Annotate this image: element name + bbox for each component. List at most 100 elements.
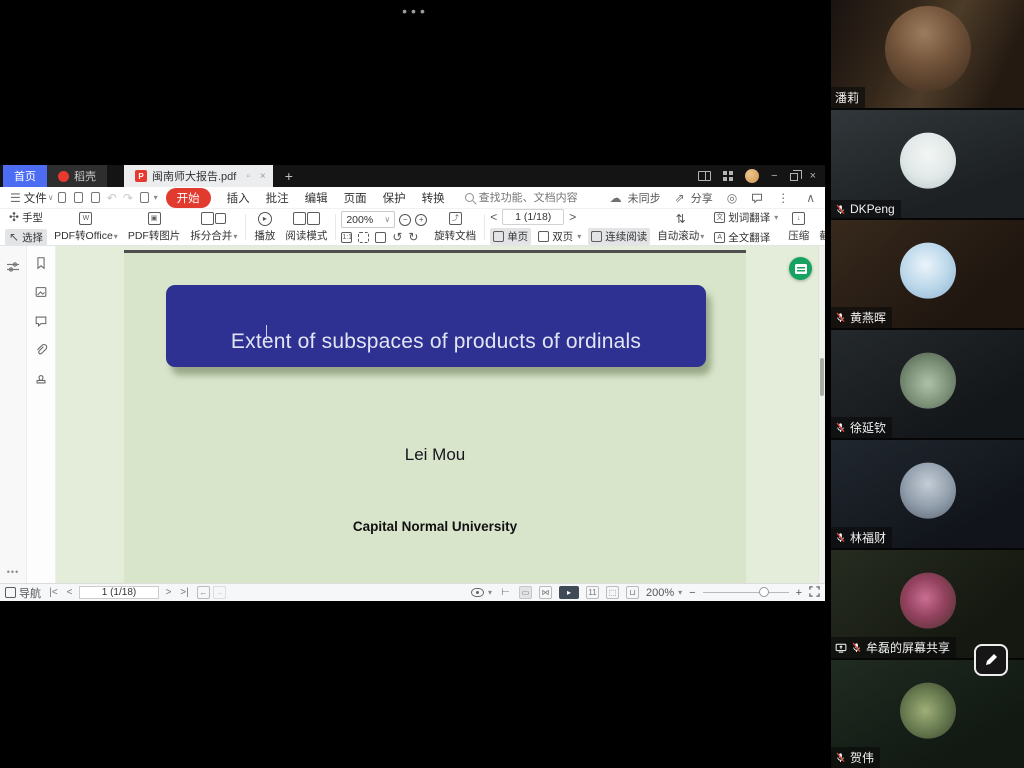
forward-view-button[interactable]: → — [213, 586, 226, 599]
actual-size-button[interactable]: 11 — [586, 586, 599, 599]
print-icon[interactable] — [91, 192, 100, 203]
rotate-right-icon[interactable]: ↻ — [408, 231, 418, 243]
zoom-select[interactable]: ∨ — [341, 211, 395, 228]
tab-pin-icon[interactable]: ▫ — [246, 171, 250, 182]
new-tab-button[interactable]: + — [273, 165, 305, 187]
fit-page-icon[interactable] — [358, 232, 369, 243]
word-translate-button[interactable]: 文 划词翻译 ▾ — [711, 209, 781, 226]
continuous-read-button[interactable]: 连续阅读 — [588, 228, 650, 245]
compress-button[interactable]: ↓ 压缩 — [783, 211, 814, 243]
annotation-pen-button[interactable] — [974, 644, 1008, 676]
screenshot-compare-button[interactable]: 截图和对比 — [814, 211, 825, 243]
tab-docer[interactable]: 稻壳 — [47, 165, 107, 187]
zoom-input[interactable] — [346, 214, 378, 226]
book-view-icon[interactable]: ⋈ — [539, 586, 552, 599]
menu-tab-annotate[interactable]: 批注 — [266, 190, 289, 206]
account-avatar[interactable] — [745, 169, 759, 183]
single-page-view-icon[interactable]: ▭ — [519, 586, 532, 599]
menu-tab-page[interactable]: 页面 — [344, 190, 367, 206]
save-icon[interactable] — [74, 192, 83, 203]
hamburger-icon[interactable]: ☰ — [10, 192, 21, 204]
fit-page-button[interactable]: ⬚ — [606, 586, 619, 599]
file-menu[interactable]: 文件 — [24, 190, 47, 206]
hand-tool-button[interactable]: ✣ 手型 — [5, 209, 47, 226]
rotate-doc-button[interactable]: ⤴ 旋转文档 — [429, 211, 481, 243]
sync-status[interactable]: ☁ 未同步 — [607, 190, 661, 206]
zoom-out-button[interactable]: − — [689, 587, 695, 599]
rotate-left-icon[interactable]: ↺ — [392, 231, 402, 243]
minimize-button[interactable]: − — [771, 170, 777, 182]
scrollbar-thumb[interactable] — [820, 358, 824, 396]
restore-button[interactable] — [790, 173, 798, 181]
zoom-in-button[interactable]: + — [796, 587, 802, 599]
stamp-icon[interactable] — [34, 372, 48, 386]
zoom-slider-knob[interactable] — [759, 587, 769, 597]
adjust-sliders-icon[interactable] — [6, 260, 20, 274]
split-view-icon[interactable] — [698, 171, 711, 181]
fit-height-icon[interactable]: ⊢ — [499, 586, 512, 599]
tab-close-icon[interactable]: × — [260, 171, 266, 182]
participant-tile[interactable]: 贺伟 — [831, 660, 1024, 768]
last-page-button[interactable]: >| — [178, 586, 191, 599]
participant-tile[interactable]: 潘莉 — [831, 0, 1024, 110]
more-icon[interactable]: ⋮ — [777, 192, 789, 204]
meeting-overflow-dots[interactable]: ••• — [0, 3, 831, 19]
search-box[interactable] — [465, 192, 607, 204]
fullscreen-button[interactable] — [809, 586, 820, 600]
comment-icon[interactable] — [34, 314, 48, 328]
open-icon[interactable] — [58, 192, 67, 203]
attachment-icon[interactable] — [34, 343, 48, 357]
document-area[interactable]: Extent of subspaces of products of ordin… — [56, 246, 825, 583]
double-page-button[interactable]: 双页 ▾ — [535, 228, 584, 245]
read-mode-button[interactable]: 阅读模式 — [280, 211, 332, 243]
bookmark-icon[interactable] — [34, 256, 48, 270]
prev-page-button[interactable]: < — [63, 586, 76, 599]
format-painter-icon[interactable] — [140, 192, 149, 203]
fit-width-icon[interactable] — [375, 232, 386, 243]
nav-toggle-button[interactable]: 导航 — [5, 585, 41, 601]
tab-document[interactable]: P 闽南师大报告.pdf ▫ × — [124, 165, 273, 187]
single-page-button[interactable]: 单页 — [490, 228, 531, 245]
back-view-button[interactable]: ← — [197, 586, 210, 599]
fit-width-button[interactable]: ⊔ — [626, 586, 639, 599]
search-input[interactable] — [479, 192, 607, 204]
pdf-to-image-button[interactable]: ▣ PDF转图片 — [123, 211, 186, 243]
zoom-level[interactable]: 200% ▾ — [646, 587, 682, 599]
rail-more-icon[interactable]: ••• — [0, 567, 26, 577]
undo-icon[interactable]: ↶ — [107, 192, 117, 204]
prev-page-icon[interactable]: < — [490, 211, 497, 223]
eye-protect-button[interactable]: ▾ — [471, 588, 492, 597]
vertical-scrollbar[interactable] — [818, 246, 825, 583]
image-icon[interactable] — [34, 285, 48, 299]
auto-scroll-button[interactable]: ⇅ 自动滚动▾ — [652, 211, 709, 243]
menu-tab-edit[interactable]: 编辑 — [305, 190, 328, 206]
split-merge-button[interactable]: 拆分合并▾ — [185, 211, 242, 243]
participant-tile[interactable]: 林福财 — [831, 440, 1024, 550]
tab-home[interactable]: 首页 — [3, 165, 47, 187]
collapse-ribbon-icon[interactable]: ∧ — [806, 192, 815, 204]
status-page-input[interactable] — [79, 586, 159, 599]
actual-size-icon[interactable]: 1:1 — [341, 232, 352, 243]
help-icon[interactable]: ◎ — [727, 192, 737, 204]
zoom-in-icon[interactable]: + — [415, 214, 427, 226]
zoom-out-icon[interactable]: − — [399, 214, 411, 226]
next-page-button[interactable]: > — [162, 586, 175, 599]
slideshow-button[interactable]: ▸ — [559, 586, 579, 599]
participant-tile[interactable]: 徐延钦 — [831, 330, 1024, 440]
menu-tab-start[interactable]: 开始 — [166, 188, 211, 208]
pdf-page[interactable]: Extent of subspaces of products of ordin… — [124, 250, 746, 583]
share-button[interactable]: ⇗ 分享 — [672, 190, 713, 206]
next-page-icon[interactable]: > — [569, 211, 576, 223]
full-translate-button[interactable]: A 全文翻译 — [711, 229, 781, 246]
redo-icon[interactable]: ↷ — [123, 192, 133, 204]
apps-grid-icon[interactable] — [723, 171, 733, 181]
page-number-input[interactable] — [502, 209, 564, 225]
comment-bubble-icon[interactable] — [751, 192, 763, 204]
menu-tab-convert[interactable]: 转换 — [422, 190, 445, 206]
zoom-slider[interactable] — [703, 592, 789, 593]
participant-tile[interactable]: 黄燕晖 — [831, 220, 1024, 330]
menu-tab-protect[interactable]: 保护 — [383, 190, 406, 206]
select-tool-button[interactable]: ↖ 选择 — [5, 229, 47, 246]
participant-tile[interactable]: DKPeng — [831, 110, 1024, 220]
wps-floating-widget[interactable] — [789, 257, 812, 280]
